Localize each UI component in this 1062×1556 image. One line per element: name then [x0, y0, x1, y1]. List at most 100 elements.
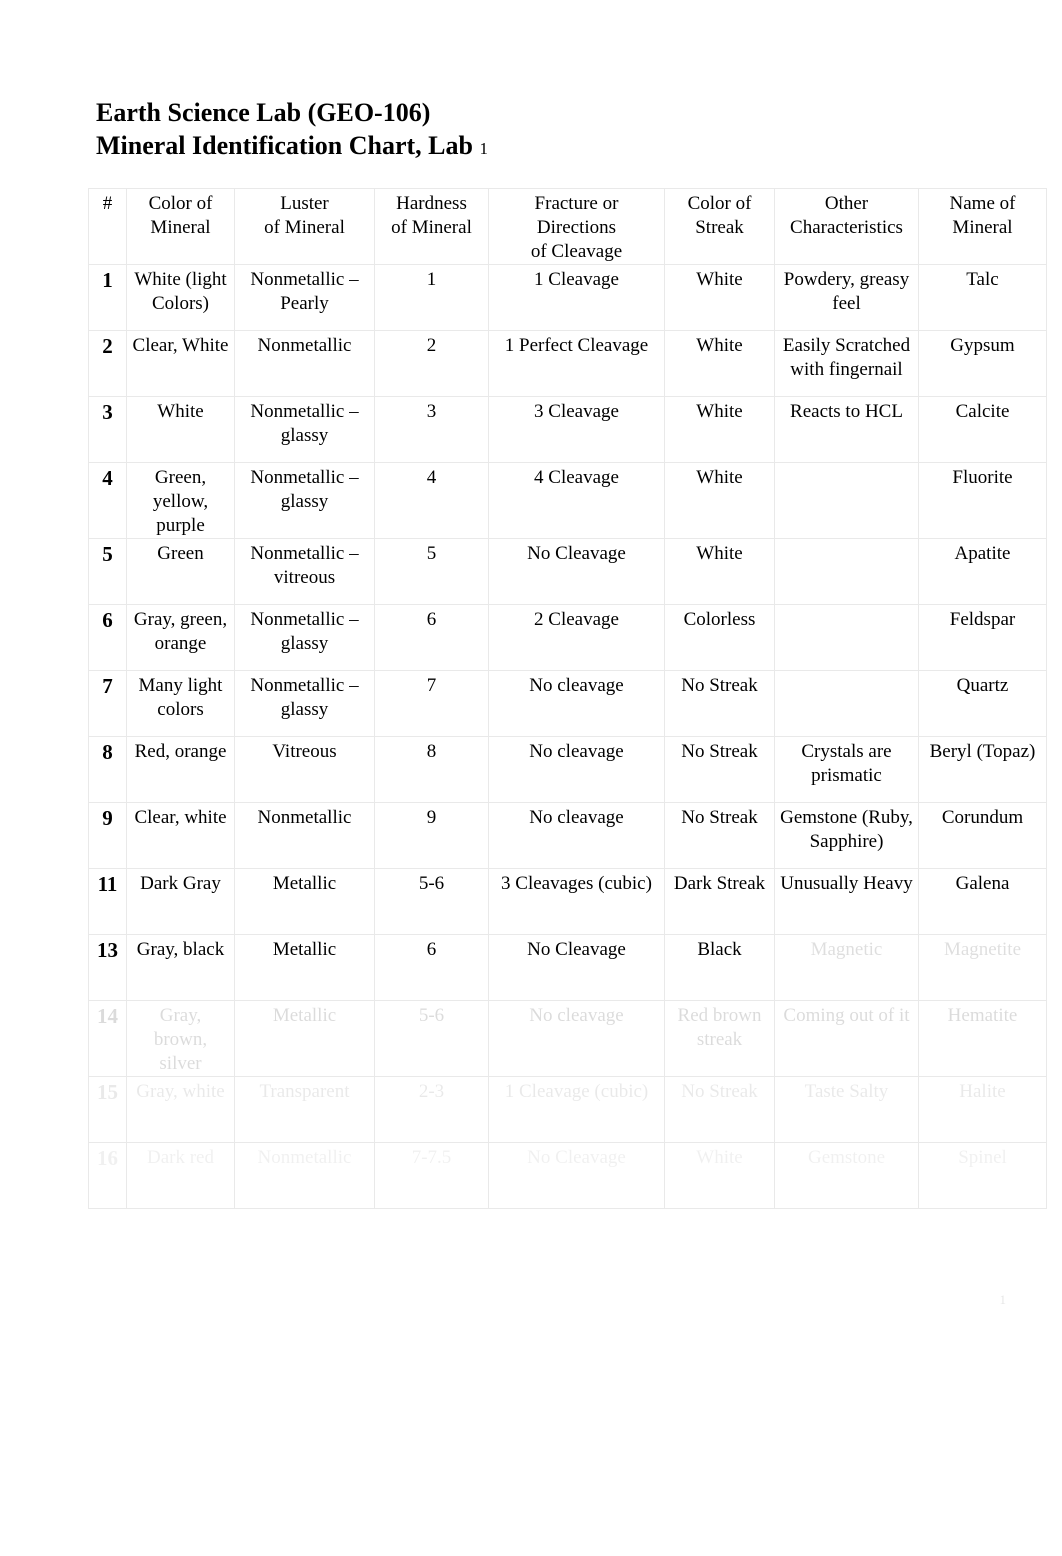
column-header-luster: Luster of Mineral	[234, 188, 375, 265]
cell-number: 3	[88, 396, 127, 463]
column-header-color-of-mineral: Color of Mineral	[126, 188, 235, 265]
header-text: Streak	[695, 217, 744, 238]
cell-number: 8	[88, 736, 127, 803]
table-row: 4 Green, yellow, purple Nonmetallic – gl…	[88, 462, 1047, 539]
title-line-2: Mineral Identification Chart, Lab 1	[96, 129, 488, 165]
cell-luster: Nonmetallic	[234, 330, 375, 397]
cell-luster: Nonmetallic – glassy	[234, 462, 375, 539]
cell-hardness: 6	[374, 604, 489, 671]
table-row: 13 Gray, black Metallic 6 No Cleavage Bl…	[88, 934, 1047, 1001]
table-row: 2 Clear, White Nonmetallic 2 1 Perfect C…	[88, 330, 1047, 397]
cell-streak: Red brown streak	[664, 1000, 775, 1077]
table-row: 3 White Nonmetallic – glassy 3 3 Cleavag…	[88, 396, 1047, 463]
cell-streak: White	[664, 330, 775, 397]
cell-color: Red, orange	[126, 736, 235, 803]
header-text: Directions	[536, 217, 617, 238]
table-row: 5 Green Nonmetallic – vitreous 5 No Clea…	[88, 538, 1047, 605]
cell-number: 4	[88, 462, 127, 539]
cell-color: Gray, brown, silver	[126, 1000, 235, 1077]
cell-streak: White	[664, 264, 775, 331]
cell-color: White (light Colors)	[126, 264, 235, 331]
cell-hardness: 8	[374, 736, 489, 803]
cell-name: Calcite	[918, 396, 1047, 463]
cell-hardness: 7	[374, 670, 489, 737]
header-text: Other	[824, 193, 869, 214]
column-header-hardness: Hardness of Mineral	[374, 188, 489, 265]
cell-name: Apatite	[918, 538, 1047, 605]
table-row: 7 Many light colors Nonmetallic – glassy…	[88, 670, 1047, 737]
cell-streak: White	[664, 462, 775, 539]
cell-name: Gypsum	[918, 330, 1047, 397]
cell-fracture: 2 Cleavage	[488, 604, 665, 671]
cell-streak: Colorless	[664, 604, 775, 671]
cell-color: Clear, white	[126, 802, 235, 869]
table-row: 9 Clear, white Nonmetallic 9 No cleavage…	[88, 802, 1047, 869]
cell-fracture: 3 Cleavages (cubic)	[488, 868, 665, 935]
page-number: 1	[999, 1292, 1007, 1307]
cell-fracture: No cleavage	[488, 736, 665, 803]
cell-number: 2	[88, 330, 127, 397]
cell-other: Taste Salty	[774, 1076, 919, 1143]
title-line-1: Earth Science Lab (GEO-106)	[96, 98, 431, 127]
table-header-row: # Color of Mineral Luster of Mineral Har…	[88, 188, 1047, 265]
cell-streak: White	[664, 538, 775, 605]
cell-luster: Nonmetallic	[234, 1142, 375, 1209]
cell-luster: Metallic	[234, 1000, 375, 1077]
header-text-or: or	[597, 193, 619, 214]
cell-number: 6	[88, 604, 127, 671]
cell-other: Crystals are prismatic	[774, 736, 919, 803]
cell-number: 9	[88, 802, 127, 869]
table-row: 8 Red, orange Vitreous 8 No cleavage No …	[88, 736, 1047, 803]
cell-name: Feldspar	[918, 604, 1047, 671]
cell-fracture: No cleavage	[488, 802, 665, 869]
cell-name: Quartz	[918, 670, 1047, 737]
cell-luster: Nonmetallic – glassy	[234, 670, 375, 737]
header-text: of Mineral	[264, 217, 345, 238]
cell-name: Galena	[918, 868, 1047, 935]
cell-color: Dark red	[126, 1142, 235, 1209]
cell-color: White	[126, 396, 235, 463]
header-text: Color of	[148, 193, 213, 214]
table-row: 6 Gray, green, orange Nonmetallic – glas…	[88, 604, 1047, 671]
header-text: Characteristics	[790, 217, 903, 238]
cell-luster: Nonmetallic – glassy	[234, 396, 375, 463]
cell-other: Magnetic	[774, 934, 919, 1001]
cell-name: Spinel	[918, 1142, 1047, 1209]
cell-fracture: 3 Cleavage	[488, 396, 665, 463]
mineral-identification-table: # Color of Mineral Luster of Mineral Har…	[88, 188, 1047, 1209]
title-line-2-main: Mineral Identification Chart, Lab	[96, 131, 473, 160]
cell-fracture: No Cleavage	[488, 934, 665, 1001]
cell-other: Powdery, greasy feel	[774, 264, 919, 331]
cell-number: 16	[88, 1142, 127, 1209]
table-row: 14 Gray, brown, silver Metallic 5-6 No c…	[88, 1000, 1047, 1077]
cell-color: Gray, black	[126, 934, 235, 1001]
table-row: 16 Dark red Nonmetallic 7-7.5 No Cleavag…	[88, 1142, 1047, 1209]
header-text: #	[102, 193, 113, 214]
cell-luster: Transparent	[234, 1076, 375, 1143]
cell-name: Talc	[918, 264, 1047, 331]
cell-number: 15	[88, 1076, 127, 1143]
page-title: Earth Science Lab (GEO-106) Mineral Iden…	[96, 96, 488, 165]
column-header-name-of-mineral: Name of Mineral	[918, 188, 1047, 265]
header-text: Hardness	[396, 193, 467, 214]
cell-streak: Black	[664, 934, 775, 1001]
cell-name: Corundum	[918, 802, 1047, 869]
header-text: of Mineral	[391, 217, 472, 238]
title-line-2-sub: 1	[479, 139, 489, 158]
cell-fracture: 4 Cleavage	[488, 462, 665, 539]
cell-name: Beryl (Topaz)	[918, 736, 1047, 803]
cell-hardness: 6	[374, 934, 489, 1001]
cell-fracture: No cleavage	[488, 1000, 665, 1077]
cell-number: 5	[88, 538, 127, 605]
cell-color: Clear, White	[126, 330, 235, 397]
header-text: Mineral	[150, 217, 211, 238]
header-text: Mineral	[952, 217, 1013, 238]
cell-color: Gray, white	[126, 1076, 235, 1143]
cell-luster: Nonmetallic	[234, 802, 375, 869]
table-row: 11 Dark Gray Metallic 5-6 3 Cleavages (c…	[88, 868, 1047, 935]
cell-streak: No Streak	[664, 1076, 775, 1143]
cell-other	[774, 538, 919, 605]
cell-fracture: No Cleavage	[488, 538, 665, 605]
cell-other: Gemstone	[774, 1142, 919, 1209]
cell-name: Fluorite	[918, 462, 1047, 539]
